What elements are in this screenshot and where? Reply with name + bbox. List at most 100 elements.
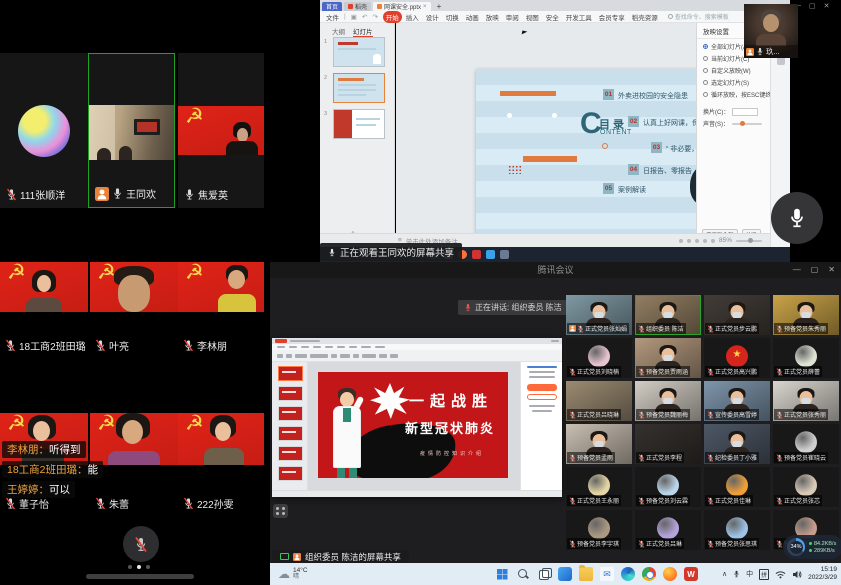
participant-tile[interactable]: 预备党员李宇琪 [566, 510, 632, 550]
ribbon-tab[interactable]: 开发工具 [563, 11, 595, 23]
participant-tile[interactable]: 预备党员贾雨涵 [635, 338, 701, 378]
taskbar-icon-search[interactable] [516, 567, 530, 581]
ribbon-tab[interactable]: 插入 [403, 11, 422, 23]
settings-option[interactable]: 选定幻灯片(S) [703, 78, 770, 87]
taskbar-icon-folder[interactable] [579, 567, 593, 581]
ribbon-tab[interactable]: 审阅 [503, 11, 522, 23]
ribbon-tab[interactable]: 会员专享 [596, 11, 628, 23]
participant-tile[interactable]: 预备党员崔晓云 [773, 424, 839, 464]
participant-tile[interactable]: ☭ 222孙雯 [178, 408, 264, 513]
tab-slides[interactable]: 幻灯片 [353, 26, 373, 37]
participant-tile[interactable]: ☭ 李林朋 [178, 255, 264, 355]
slide-thumbnail[interactable] [333, 109, 385, 139]
participant-tile[interactable]: ☭ 18工商2班田璐 [0, 255, 88, 355]
inner-slide-thumbnail[interactable] [278, 426, 303, 441]
ribbon-tab[interactable]: 放映 [483, 11, 502, 23]
participant-tile[interactable]: ★正式党员高兴鹏 [704, 338, 770, 378]
taskbar-icon-widgets[interactable] [558, 567, 572, 581]
page-dot[interactable] [146, 565, 150, 569]
taskbar-icon-task-view[interactable] [537, 567, 551, 581]
volume-icon[interactable] [792, 570, 802, 579]
ribbon-tab[interactable]: 切换 [443, 11, 462, 23]
orange-action-button[interactable] [527, 384, 557, 391]
ribbon-tab[interactable]: 设计 [423, 11, 442, 23]
participant-tile[interactable]: 预备党员魏丽梅 [635, 381, 701, 421]
participant-tile[interactable]: 组织委员 陈洁 [635, 295, 701, 335]
participant-tile[interactable]: 正式党员刘晓楠 [566, 338, 632, 378]
participant-tile[interactable]: ☭ 焦爱英 [178, 53, 264, 208]
home-indicator-bar[interactable] [86, 574, 194, 579]
ribbon-tab[interactable]: 开始 [383, 11, 402, 23]
participant-tile[interactable]: 正式党员薛蕾 [773, 338, 839, 378]
inner-slide-thumbnail[interactable] [278, 406, 303, 421]
ime-mode-icon[interactable]: 拼 [759, 569, 769, 580]
status-icon[interactable] [687, 239, 691, 243]
redo-icon[interactable]: ↷ [372, 13, 377, 21]
taskbar-icon-edge[interactable] [621, 567, 635, 581]
close-icon[interactable]: ✕ [828, 262, 835, 278]
outline-action-button[interactable] [527, 394, 557, 400]
taskbar-icon-firefox[interactable] [663, 567, 677, 581]
taskbar-icon-mail[interactable]: ✉ [600, 567, 614, 581]
participant-tile[interactable]: 正式党员张芯 [773, 467, 839, 507]
participant-tile-speaking[interactable]: 王同欢 [88, 53, 175, 208]
slide-thumbnail-selected[interactable] [333, 73, 385, 103]
participant-tile[interactable]: 正式党员吕晓琳 [566, 381, 632, 421]
floating-toolbox[interactable] [273, 504, 288, 518]
participant-tile[interactable]: 正式党员张秀丽 [773, 381, 839, 421]
participant-tile[interactable]: 正式党员张灿娟 [566, 295, 632, 335]
floating-mic-button[interactable] [771, 192, 823, 244]
inner-slide-thumbnail[interactable] [278, 446, 303, 461]
wps-icon[interactable] [472, 250, 481, 259]
participant-tile[interactable]: 预备党员张思琪 [704, 510, 770, 550]
maximize-icon[interactable]: ▢ [809, 2, 816, 10]
inner-slide-thumbnail[interactable] [278, 366, 303, 381]
maximize-icon[interactable]: ▢ [811, 262, 819, 278]
close-icon[interactable]: ✕ [824, 2, 830, 10]
taskbar-app-icon[interactable] [486, 250, 495, 259]
tab-docer[interactable]: 稻壳 [344, 2, 371, 11]
undo-icon[interactable]: ↶ [362, 13, 367, 21]
participant-tile[interactable]: 正式党员步云鹏 [704, 295, 770, 335]
tab-home[interactable]: 首页 [322, 2, 342, 11]
page-dot-active[interactable] [137, 565, 141, 569]
tray-mic-icon[interactable] [733, 570, 740, 578]
ribbon-tab[interactable]: 视图 [523, 11, 542, 23]
wifi-icon[interactable] [775, 570, 786, 579]
volume-slider[interactable] [732, 123, 762, 125]
tray-expand-icon[interactable]: ∧ [722, 570, 727, 578]
slide-thumbnail[interactable] [333, 37, 385, 67]
participant-tile[interactable]: 宣传委员高雪婷 [704, 381, 770, 421]
pane-icon[interactable] [777, 57, 785, 65]
participant-tile[interactable]: 正式党员李程 [635, 424, 701, 464]
status-icon[interactable] [695, 239, 699, 243]
save-icon[interactable]: ▣ [351, 13, 357, 21]
participant-tile[interactable]: 预备党员刘云霖 [635, 467, 701, 507]
ribbon-tab[interactable]: 动画 [463, 11, 482, 23]
status-icon[interactable] [703, 239, 707, 243]
clock[interactable]: 15:19 2022/3/29 [808, 566, 837, 582]
settings-option[interactable]: 循环放映，按ESC键终止(L) [703, 90, 770, 99]
participant-tile[interactable]: 正式党员佳琳 [704, 467, 770, 507]
tab-close-icon[interactable]: × [423, 4, 427, 10]
participant-tile[interactable]: ☭ 叶亮 [90, 255, 178, 355]
page-dot[interactable] [128, 565, 132, 569]
participant-tile[interactable]: ☭ 朱蕾 [90, 408, 178, 513]
inner-slide-thumbnail[interactable] [278, 466, 303, 481]
participant-tile[interactable]: 预备党员孟雨 [566, 424, 632, 464]
taskbar-icon-chrome[interactable] [642, 567, 656, 581]
participant-tile[interactable]: 111张顺洋 [0, 53, 88, 208]
inner-slide-thumbnail[interactable] [278, 386, 303, 401]
participant-tile[interactable]: 预备党员朱秀丽 [773, 295, 839, 335]
participant-tile[interactable]: 纪检委员丁小雅 [704, 424, 770, 464]
command-search[interactable]: 查找命令、搜索模板 [668, 12, 729, 21]
taskbar-icon-wps[interactable]: W [684, 567, 698, 581]
tab-outline[interactable]: 大纲 [332, 26, 345, 37]
participant-tile[interactable]: 正式党员吕琳 [635, 510, 701, 550]
weather-widget[interactable]: ☁ 14°C 晴 [278, 567, 308, 581]
minimize-icon[interactable]: — [793, 262, 801, 278]
participant-tile[interactable]: 正式党员王永丽 [566, 467, 632, 507]
settings-option[interactable]: 自定义放映(W) [703, 66, 770, 75]
mic-toggle-button[interactable] [123, 526, 159, 562]
ime-indicator[interactable]: 中 [746, 569, 753, 579]
